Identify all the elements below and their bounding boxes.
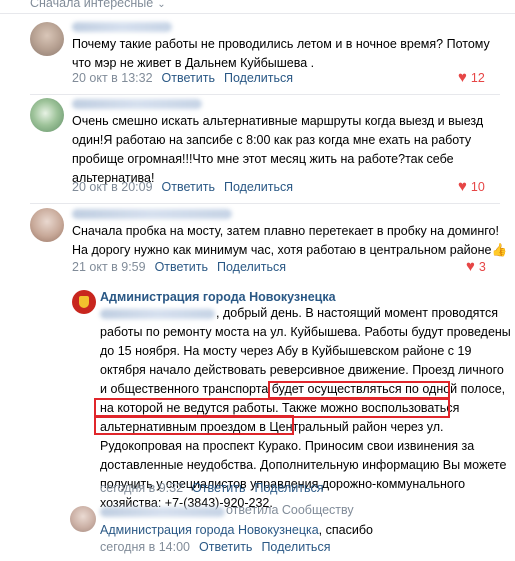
reply-time[interactable]: сегодня в 9:32: [100, 481, 183, 495]
share-button[interactable]: Поделиться: [224, 180, 293, 194]
comment-text-rest: , спасибо: [318, 523, 373, 537]
heart-icon: ♥: [458, 69, 467, 86]
heart-icon: ♥: [466, 258, 475, 275]
reply-line: работы по ремонту моста на ул. Куйбышева…: [100, 325, 511, 339]
chevron-down-icon: ⌄: [157, 0, 166, 10]
author-name-blurred[interactable]: [72, 22, 172, 32]
comment-meta: 21 окт в 9:59 Ответить Поделиться: [72, 260, 286, 274]
reply-line: доставленные неудобства. Дополнительную …: [100, 458, 507, 472]
reply-meta: сегодня в 14:00 Ответить Поделиться: [100, 540, 330, 554]
like-count: 12: [470, 71, 485, 85]
like-count: 10: [470, 180, 485, 194]
share-button[interactable]: Поделиться: [261, 540, 330, 554]
highlight-box: [268, 381, 450, 399]
comment-text: Сначала пробка на мосту, затем плавно пе…: [72, 224, 508, 257]
comment-meta: 20 окт в 13:32 Ответить Поделиться: [72, 71, 293, 85]
reply-meta: сегодня в 9:32 Ответить Поделиться: [100, 481, 324, 495]
comment-text: Почему такие работы не проводились летом…: [72, 37, 490, 70]
reply-time[interactable]: сегодня в 14:00: [100, 540, 190, 554]
avatar[interactable]: [30, 22, 64, 56]
share-button[interactable]: Поделиться: [217, 260, 286, 274]
comment-time[interactable]: 21 окт в 9:59: [72, 260, 146, 274]
author-name-blurred[interactable]: [72, 209, 232, 219]
like-button[interactable]: ♥ 10: [458, 178, 485, 195]
reply-line: октября начало действовать реверсивное д…: [100, 363, 504, 377]
reply-first-line: , добрый день. В настоящий момент провод…: [216, 306, 499, 320]
avatar[interactable]: [30, 98, 64, 132]
comment-text: Очень смешно искать альтернативные маршр…: [72, 114, 484, 185]
comment-meta: 20 окт в 20:09 Ответить Поделиться: [72, 180, 293, 194]
share-button[interactable]: Поделиться: [224, 71, 293, 85]
reply-button[interactable]: Ответить: [192, 481, 245, 495]
reply-button[interactable]: Ответить: [162, 180, 215, 194]
reply-line: до 15 ноября. На мосту через Абу в Куйбы…: [100, 344, 472, 358]
avatar[interactable]: [30, 208, 64, 242]
reply-button[interactable]: Ответить: [162, 71, 215, 85]
mention-link[interactable]: Администрация города Новокузнецка: [100, 523, 319, 537]
answered-community: ответила Сообществу: [226, 503, 354, 517]
highlight-box: [94, 415, 294, 435]
author-name-blurred[interactable]: [72, 99, 202, 109]
reply-line: Рудокопровая на проспект Курако. Приноси…: [100, 439, 475, 453]
divider: [30, 203, 500, 204]
addressee-name-blurred[interactable]: [100, 309, 215, 319]
divider: [30, 94, 500, 95]
like-button[interactable]: ♥ 3: [466, 258, 486, 275]
sort-label: Сначала интересные: [30, 0, 154, 10]
heart-icon: ♥: [458, 178, 467, 195]
author-name[interactable]: Администрация города Новокузнецка: [100, 290, 336, 304]
comment-text: Администрация города Новокузнецка, спаси…: [100, 521, 373, 540]
reply-button[interactable]: Ответить: [155, 260, 208, 274]
author-name-blurred[interactable]: [100, 507, 225, 517]
comment-time[interactable]: 20 окт в 20:09: [72, 180, 153, 194]
like-count: 3: [478, 260, 486, 274]
avatar[interactable]: [70, 506, 96, 532]
comment-time[interactable]: 20 окт в 13:32: [72, 71, 153, 85]
reply-button[interactable]: Ответить: [199, 540, 252, 554]
sort-dropdown[interactable]: Сначала интересные ⌄: [30, 0, 166, 10]
like-button[interactable]: ♥ 12: [458, 69, 485, 86]
share-button[interactable]: Поделиться: [254, 481, 323, 495]
coat-of-arms-icon[interactable]: [72, 290, 96, 314]
